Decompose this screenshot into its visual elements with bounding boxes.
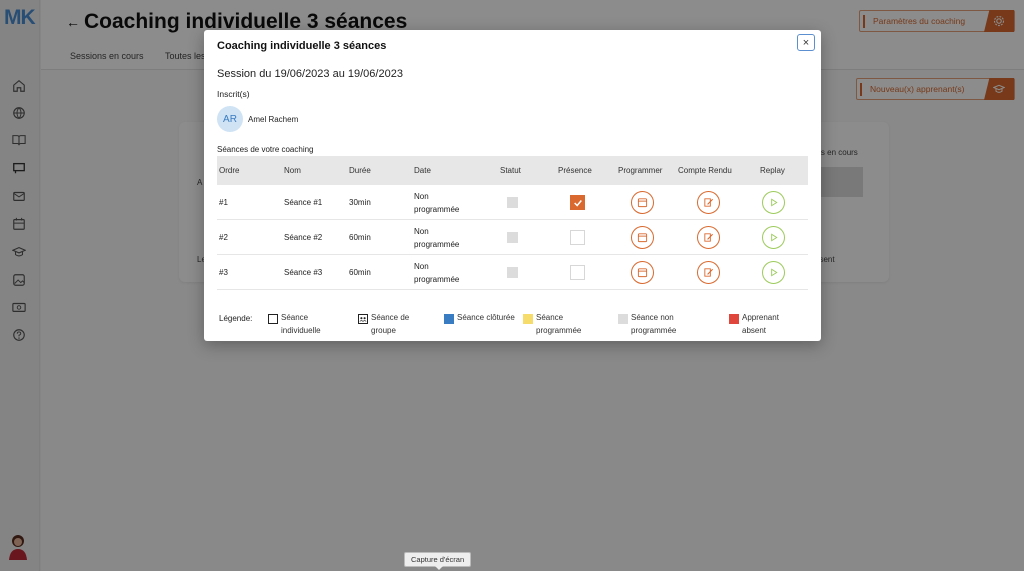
col-programmer: Programmer bbox=[618, 166, 663, 175]
inscrits-label: Inscrit(s) bbox=[217, 89, 250, 99]
play-icon bbox=[771, 268, 778, 277]
legend-item-groupe: Séance de groupe bbox=[358, 312, 431, 337]
seances-label: Séances de votre coaching bbox=[217, 145, 314, 154]
play-icon bbox=[771, 198, 778, 207]
presence-checkbox[interactable] bbox=[570, 195, 585, 210]
play-icon bbox=[771, 233, 778, 242]
legend-item-programmee: Séance programmée bbox=[523, 312, 596, 337]
col-presence: Présence bbox=[558, 166, 592, 175]
col-date: Date bbox=[414, 166, 431, 175]
row-ordre: #1 bbox=[219, 198, 228, 207]
individual-session-swatch bbox=[268, 314, 278, 324]
row-nom: Séance #1 bbox=[284, 198, 323, 207]
legend-text: Séance clôturée bbox=[457, 313, 515, 322]
legend-text: Séance non programmée bbox=[631, 313, 677, 335]
row-duree: 30min bbox=[349, 198, 371, 207]
calendar-icon bbox=[637, 233, 648, 243]
col-ordre: Ordre bbox=[219, 166, 240, 175]
unscheduled-session-swatch bbox=[618, 314, 628, 324]
col-nom: Nom bbox=[284, 166, 301, 175]
row-date: Non programmée bbox=[414, 262, 460, 284]
closed-session-swatch bbox=[444, 314, 454, 324]
schedule-button[interactable] bbox=[631, 226, 654, 249]
legend-text: Séance programmée bbox=[536, 313, 582, 335]
legend-label: Légende: bbox=[219, 314, 253, 323]
replay-button[interactable] bbox=[762, 191, 785, 214]
row-date: Non programmée bbox=[414, 227, 460, 249]
screenshot-tooltip: Capture d'écran bbox=[404, 552, 472, 570]
edit-report-icon bbox=[704, 268, 714, 277]
row-ordre: #3 bbox=[219, 268, 228, 277]
legend-text: Séance de groupe bbox=[371, 313, 410, 335]
status-indicator bbox=[507, 267, 518, 278]
table-header: Ordre Nom Durée Date Statut Présence Pro… bbox=[217, 156, 808, 185]
checkmark-icon bbox=[573, 199, 582, 207]
learner-name: Amel Rachem bbox=[248, 114, 299, 124]
scheduled-session-swatch bbox=[523, 314, 533, 324]
col-replay: Replay bbox=[760, 166, 785, 175]
absent-learner-swatch bbox=[729, 314, 739, 324]
modal-title: Coaching individuelle 3 séances bbox=[217, 40, 387, 52]
table-row: #3 Séance #3 60min Non programmée bbox=[217, 255, 808, 290]
legend-item-cloturee: Séance clôturée bbox=[444, 312, 517, 325]
calendar-icon bbox=[637, 198, 648, 208]
legend: Légende: Séance individuelle Séance de g… bbox=[219, 312, 809, 338]
row-duree: 60min bbox=[349, 233, 371, 242]
status-indicator bbox=[507, 197, 518, 208]
seances-table: Ordre Nom Durée Date Statut Présence Pro… bbox=[217, 156, 808, 290]
legend-item-absent: Apprenant absent bbox=[729, 312, 802, 337]
coaching-modal: Coaching individuelle 3 séances × Sessio… bbox=[204, 30, 821, 341]
presence-checkbox[interactable] bbox=[570, 230, 585, 245]
edit-report-icon bbox=[704, 233, 714, 242]
report-button[interactable] bbox=[697, 191, 720, 214]
table-row: #2 Séance #2 60min Non programmée bbox=[217, 220, 808, 255]
schedule-button[interactable] bbox=[631, 261, 654, 284]
table-row: #1 Séance #1 30min Non programmée bbox=[217, 185, 808, 220]
row-date: Non programmée bbox=[414, 192, 460, 214]
row-nom: Séance #2 bbox=[284, 233, 323, 242]
legend-item-non-programmee: Séance non programmée bbox=[618, 312, 701, 337]
edit-report-icon bbox=[704, 198, 714, 207]
col-compte-rendu: Compte Rendu bbox=[678, 166, 732, 175]
session-dates: Session du 19/06/2023 au 19/06/2023 bbox=[217, 68, 403, 80]
report-button[interactable] bbox=[697, 261, 720, 284]
row-duree: 60min bbox=[349, 268, 371, 277]
report-button[interactable] bbox=[697, 226, 720, 249]
status-indicator bbox=[507, 232, 518, 243]
legend-text: Apprenant absent bbox=[742, 313, 779, 335]
close-icon: × bbox=[802, 36, 810, 49]
legend-text: Séance individuelle bbox=[281, 313, 321, 335]
learner-item: AR Amel Rachem bbox=[217, 106, 298, 132]
col-statut: Statut bbox=[500, 166, 521, 175]
replay-button[interactable] bbox=[762, 226, 785, 249]
learner-avatar: AR bbox=[217, 106, 243, 132]
group-session-icon bbox=[358, 314, 368, 324]
row-nom: Séance #3 bbox=[284, 268, 323, 277]
row-ordre: #2 bbox=[219, 233, 228, 242]
schedule-button[interactable] bbox=[631, 191, 654, 214]
legend-item-individuelle: Séance individuelle bbox=[268, 312, 341, 337]
calendar-icon bbox=[637, 268, 648, 278]
close-button[interactable]: × bbox=[797, 34, 815, 51]
replay-button[interactable] bbox=[762, 261, 785, 284]
presence-checkbox[interactable] bbox=[570, 265, 585, 280]
col-duree: Durée bbox=[349, 166, 371, 175]
